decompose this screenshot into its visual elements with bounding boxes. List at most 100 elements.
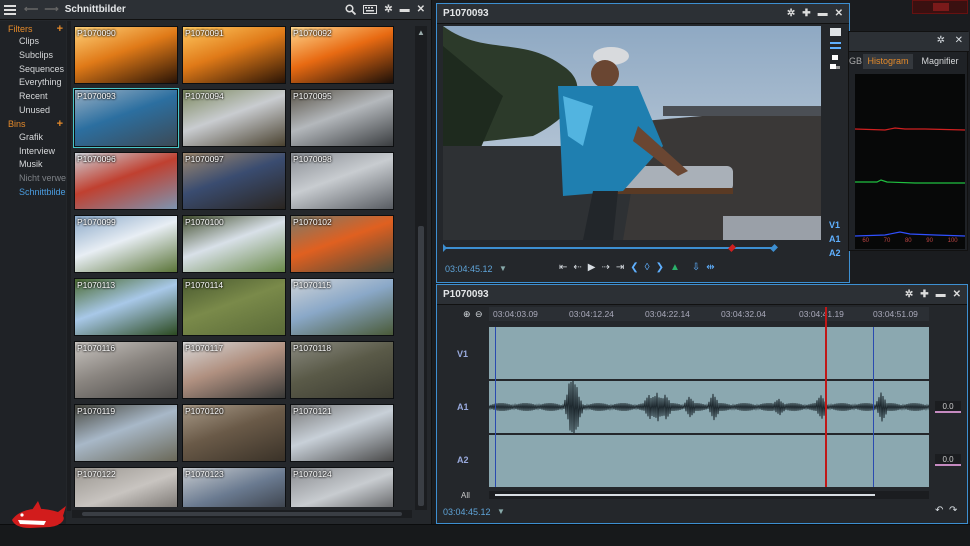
viewer-scrubber[interactable] bbox=[443, 244, 778, 252]
grid-hscrollbar[interactable] bbox=[72, 510, 412, 518]
viewer-track-a1[interactable]: A1 bbox=[829, 234, 841, 244]
bin-interview[interactable]: Interview bbox=[0, 145, 66, 159]
step-back-icon[interactable]: ⇠ bbox=[573, 262, 581, 273]
in-point-line[interactable] bbox=[495, 327, 496, 487]
insert-icon[interactable]: ⇩ bbox=[692, 262, 700, 273]
tab-histogram[interactable]: Histogram bbox=[863, 54, 913, 69]
timeline-hscrollbar[interactable] bbox=[489, 491, 929, 499]
clip-thumbnail[interactable]: P1070091 bbox=[182, 26, 286, 84]
minimize-icon[interactable]: ▬ bbox=[818, 8, 828, 19]
timecode-dropdown-icon[interactable]: ▼ bbox=[499, 264, 507, 273]
track-header-a1[interactable]: A1 bbox=[457, 402, 469, 412]
a1-level-field[interactable]: 0.0 bbox=[935, 401, 961, 413]
timecode-dropdown-icon[interactable]: ▼ bbox=[497, 507, 505, 516]
undo-icon[interactable]: ↶ bbox=[935, 505, 943, 516]
bin-nicht-verwendet[interactable]: Nicht verwer bbox=[0, 172, 66, 186]
clip-thumbnail[interactable]: P1070099 bbox=[74, 215, 178, 273]
sidebar-divider[interactable] bbox=[67, 21, 71, 511]
playhead-marker[interactable] bbox=[728, 244, 736, 252]
tab-magnifier[interactable]: Magnifier bbox=[915, 54, 965, 69]
mark-out-icon[interactable]: ❯ bbox=[656, 262, 664, 273]
in-point-marker[interactable] bbox=[443, 244, 451, 252]
clip-thumbnail[interactable]: P1070117 bbox=[182, 341, 286, 399]
clip-thumbnail[interactable]: P1070114 bbox=[182, 278, 286, 336]
clip-thumbnail[interactable]: P1070123 bbox=[182, 467, 286, 507]
clip-thumbnail[interactable]: P1070124 bbox=[290, 467, 394, 507]
filter-subclips[interactable]: Subclips bbox=[0, 49, 66, 63]
step-forward-icon[interactable]: ⇢ bbox=[601, 262, 609, 273]
zoom-out-icon[interactable]: ⊖ bbox=[475, 309, 483, 320]
grid-scrollbar-thumb[interactable] bbox=[418, 226, 424, 506]
gear-icon[interactable]: ✲ bbox=[384, 4, 392, 15]
pin-icon[interactable]: ✚ bbox=[920, 289, 928, 300]
track-header-a2[interactable]: A2 bbox=[457, 455, 469, 465]
clip-thumbnail[interactable]: P1070102 bbox=[290, 215, 394, 273]
go-to-start-icon[interactable]: ⇤ bbox=[559, 262, 567, 273]
filter-unused[interactable]: Unused bbox=[0, 104, 66, 118]
clip-thumbnail[interactable]: P1070090 bbox=[74, 26, 178, 84]
a2-level-field[interactable]: 0.0 bbox=[935, 454, 961, 466]
redo-icon[interactable]: ↷ bbox=[949, 505, 957, 516]
playhead-line[interactable] bbox=[825, 307, 827, 487]
add-filter-plus-icon[interactable]: + bbox=[57, 23, 63, 35]
clip-thumbnail[interactable]: P1070115 bbox=[290, 278, 394, 336]
bin-musik[interactable]: Musik bbox=[0, 158, 66, 172]
timeline-tracks[interactable] bbox=[489, 307, 929, 487]
close-icon[interactable]: ✕ bbox=[953, 289, 961, 300]
keyboard-icon[interactable] bbox=[363, 5, 378, 14]
tab-rgb[interactable]: GB bbox=[849, 54, 862, 69]
clip-thumbnail[interactable]: P1070121 bbox=[290, 404, 394, 462]
timeline-hscrollbar-thumb[interactable] bbox=[495, 494, 875, 496]
mark-clip-icon[interactable]: ◊ bbox=[645, 262, 650, 273]
folder-icon[interactable] bbox=[829, 26, 843, 76]
pin-icon[interactable]: ✚ bbox=[802, 8, 810, 19]
go-to-end-icon[interactable]: ⇥ bbox=[616, 262, 624, 273]
minimize-icon[interactable]: ▬ bbox=[936, 289, 946, 300]
clip-thumbnail[interactable]: P1070116 bbox=[74, 341, 178, 399]
clip-thumbnail[interactable]: P1070094 bbox=[182, 89, 286, 147]
viewer-track-a2[interactable]: A2 bbox=[829, 248, 841, 258]
grid-scrollbar[interactable]: ▲ bbox=[415, 26, 427, 510]
zoom-in-icon[interactable]: ⊕ bbox=[463, 309, 471, 320]
filter-recent[interactable]: Recent bbox=[0, 90, 66, 104]
clip-thumbnail[interactable]: P1070095 bbox=[290, 89, 394, 147]
out-point-line[interactable] bbox=[873, 327, 874, 487]
filter-everything[interactable]: Everything bbox=[0, 76, 66, 90]
clip-thumbnail[interactable]: P1070113 bbox=[74, 278, 178, 336]
grid-hscrollbar-thumb[interactable] bbox=[82, 512, 402, 516]
scroll-up-arrow-icon[interactable]: ▲ bbox=[415, 28, 427, 37]
close-icon[interactable]: ✕ bbox=[955, 35, 963, 46]
filter-sequences[interactable]: Sequences bbox=[0, 63, 66, 77]
out-point-marker[interactable] bbox=[770, 244, 778, 252]
gear-icon[interactable]: ✲ bbox=[905, 289, 913, 300]
clip-thumbnail[interactable]: P1070092 bbox=[290, 26, 394, 84]
timeline-ruler[interactable]: 03:04:03.09 03:04:12.24 03:04:22.14 03:0… bbox=[489, 307, 929, 321]
clip-thumbnail[interactable]: P1070122 bbox=[74, 467, 178, 507]
gear-icon[interactable]: ✲ bbox=[787, 8, 795, 19]
clip-thumbnail[interactable]: P1070096 bbox=[74, 152, 178, 210]
gear-icon[interactable]: ✲ bbox=[937, 35, 945, 46]
window-close-button[interactable] bbox=[933, 3, 949, 11]
track-header-v1[interactable]: V1 bbox=[457, 349, 468, 359]
clip-thumbnail[interactable]: P1070093 bbox=[73, 88, 179, 148]
shark-logo-icon[interactable] bbox=[10, 500, 68, 532]
bin-schnittbilder[interactable]: Schnittbilder bbox=[0, 186, 66, 200]
viewer-timecode[interactable]: 03:04:45.12 bbox=[445, 264, 493, 274]
viewer-video-frame[interactable] bbox=[443, 26, 821, 240]
clip-thumbnail[interactable]: P1070118 bbox=[290, 341, 394, 399]
clip-thumbnail[interactable]: P1070120 bbox=[182, 404, 286, 462]
menu-icon[interactable] bbox=[4, 4, 16, 15]
close-icon[interactable]: ✕ bbox=[835, 8, 843, 19]
overwrite-icon[interactable]: ⇹ bbox=[706, 262, 714, 273]
back-arrow-icon[interactable]: ⟵ bbox=[24, 4, 38, 15]
all-tracks-label[interactable]: All bbox=[461, 491, 470, 500]
viewer-track-v1[interactable]: V1 bbox=[829, 220, 840, 230]
lock-icon[interactable]: ▲ bbox=[670, 262, 680, 273]
close-icon[interactable]: ✕ bbox=[417, 4, 425, 15]
search-icon[interactable] bbox=[345, 4, 357, 15]
play-icon[interactable]: ▶ bbox=[588, 262, 596, 273]
mark-in-icon[interactable]: ❮ bbox=[630, 262, 638, 273]
clip-thumbnail[interactable]: P1070098 bbox=[290, 152, 394, 210]
filter-clips[interactable]: Clips bbox=[0, 35, 66, 49]
forward-arrow-icon[interactable]: ⟶ bbox=[44, 4, 58, 15]
